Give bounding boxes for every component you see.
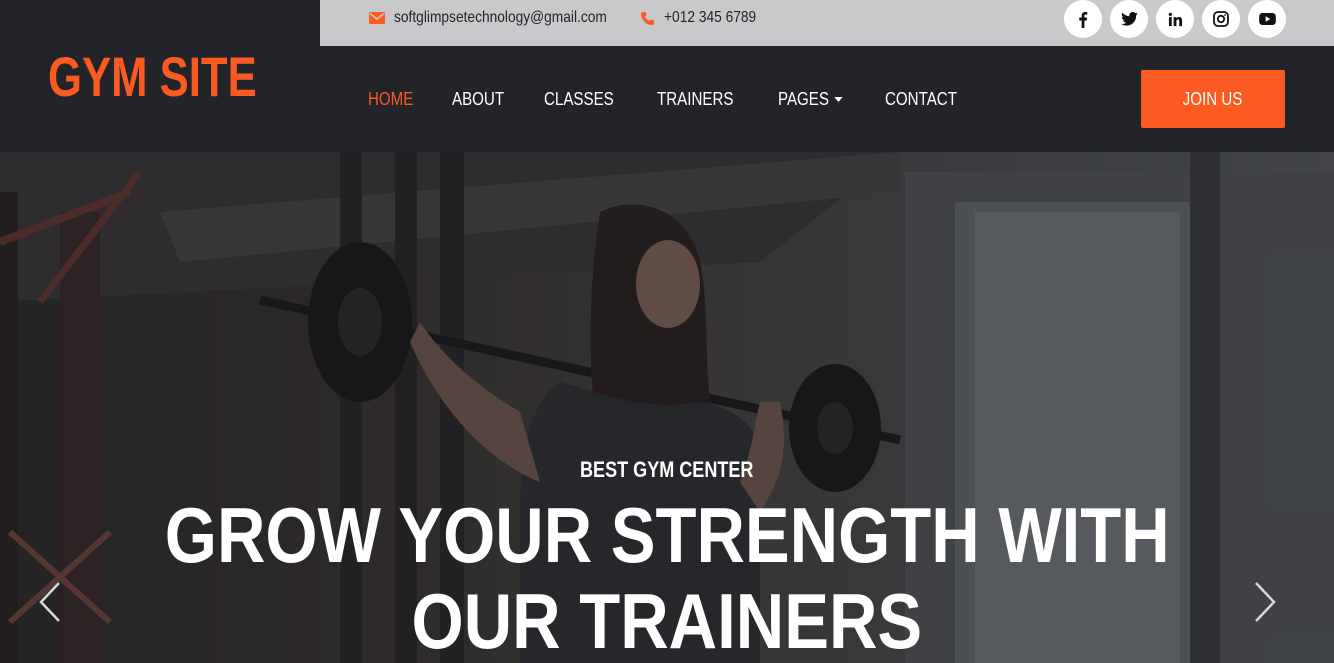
nav-item-home[interactable]: HOME — [368, 89, 413, 110]
youtube-icon[interactable] — [1248, 0, 1286, 38]
linkedin-icon[interactable] — [1156, 0, 1194, 38]
envelope-icon — [368, 9, 386, 27]
main-navbar: HOME ABOUT CLASSES TRAINERS PAGES CONTAC… — [320, 46, 1334, 152]
phone-contact[interactable]: +012 345 6789 — [638, 0, 771, 36]
carousel-prev-icon[interactable] — [38, 580, 62, 624]
social-links — [1064, 0, 1286, 38]
hero-title-line-2: OUR TRAINERS — [411, 577, 923, 663]
facebook-icon[interactable] — [1064, 0, 1102, 38]
nav-item-classes[interactable]: CLASSES — [544, 89, 614, 110]
nav-item-pages[interactable]: PAGES — [778, 88, 843, 110]
nav-menu: HOME ABOUT CLASSES TRAINERS PAGES CONTAC… — [368, 46, 1000, 152]
nav-item-contact[interactable]: CONTACT — [885, 89, 957, 110]
hero-subtitle-text: BEST GYM CENTER — [580, 457, 754, 482]
email-text: softglimpsetechnology@gmail.com — [394, 9, 607, 26]
twitter-icon[interactable] — [1110, 0, 1148, 38]
join-us-label: JOIN US — [1183, 88, 1243, 109]
nav-item-trainers[interactable]: TRAINERS — [657, 89, 733, 110]
brand-area: GYM SITE — [0, 0, 320, 152]
phone-icon — [638, 9, 656, 27]
top-bar: softglimpsetechnology@gmail.com +012 345… — [320, 0, 1334, 46]
hero-carousel: BEST GYM CENTER GROW YOUR STRENGTH WITH … — [0, 152, 1334, 663]
email-contact[interactable]: softglimpsetechnology@gmail.com — [368, 0, 641, 36]
carousel-next-icon[interactable] — [1253, 580, 1277, 624]
phone-text: +012 345 6789 — [664, 9, 757, 26]
instagram-icon[interactable] — [1202, 0, 1240, 38]
hero-title-line-1: GROW YOUR STRENGTH WITH — [164, 491, 1170, 579]
site-logo[interactable]: GYM SITE — [48, 44, 257, 109]
caret-down-icon — [834, 96, 843, 102]
join-us-button[interactable]: JOIN US — [1141, 70, 1285, 128]
hero-subtitle: BEST GYM CENTER — [0, 457, 1334, 483]
nav-item-pages-label: PAGES — [778, 88, 830, 109]
nav-item-about[interactable]: ABOUT — [452, 89, 504, 110]
hero-title: GROW YOUR STRENGTH WITH OUR TRAINERS — [0, 492, 1334, 663]
